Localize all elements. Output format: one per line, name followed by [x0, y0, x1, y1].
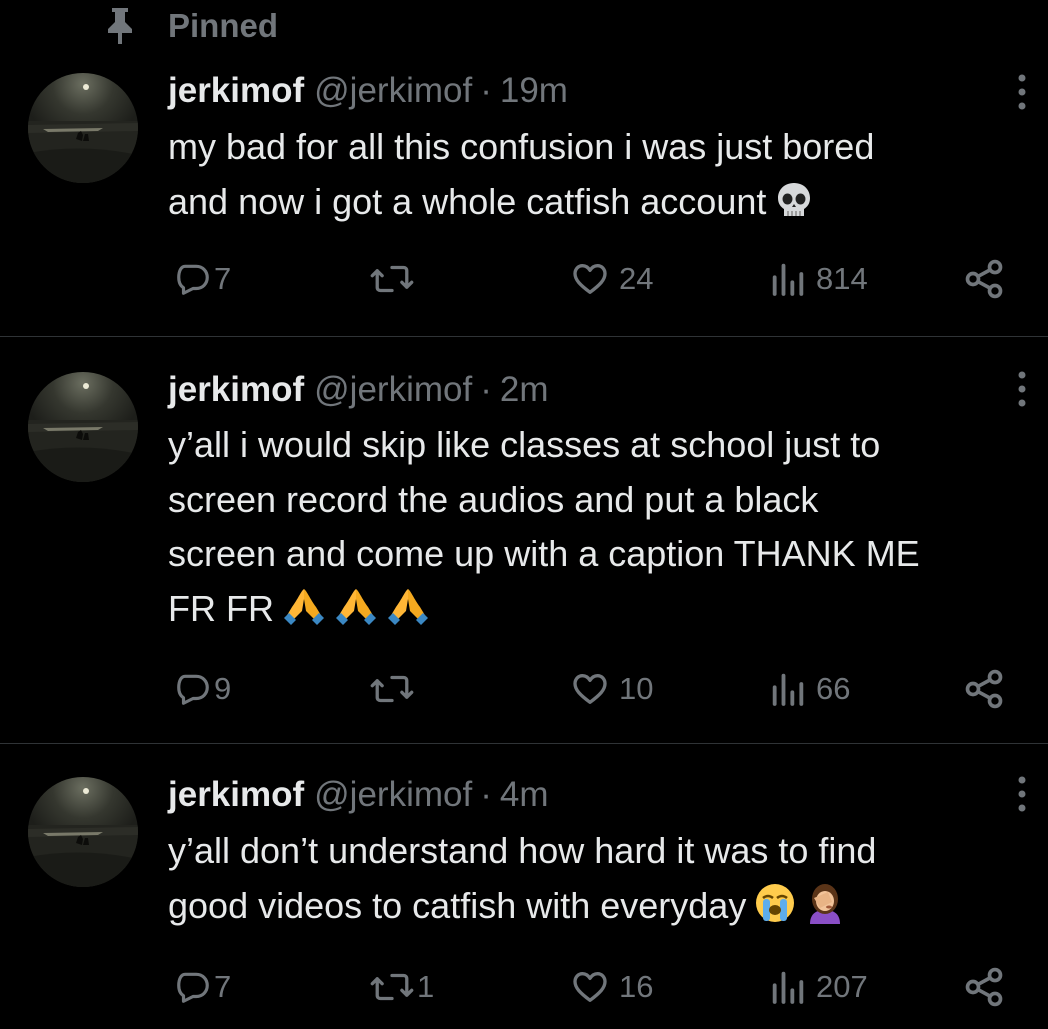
tweet-header: jerkimof @jerkimof · 4m [168, 772, 548, 818]
display-name[interactable]: jerkimof [168, 71, 304, 111]
reply-button[interactable]: 7 [174, 962, 231, 1012]
more-options-icon[interactable] [1004, 772, 1040, 816]
folded-hands-emoji [386, 585, 430, 627]
views-icon [772, 971, 804, 1004]
tweet-text-container: my bad for all this confusion i was just… [168, 120, 1043, 229]
heart-icon [573, 972, 607, 1002]
reply-button[interactable]: 7 [174, 254, 231, 304]
views-button[interactable]: 207 [768, 962, 868, 1012]
handle[interactable]: @jerkimof [314, 370, 472, 410]
views-button[interactable]: 814 [768, 254, 868, 304]
timestamp[interactable]: 2m [500, 370, 549, 410]
separator-dot: · [480, 775, 492, 814]
avatar[interactable] [28, 73, 138, 183]
share-button[interactable] [962, 962, 1006, 1012]
folded-hands-emoji [334, 585, 378, 627]
tweet-text: my bad for all this confusion i was just… [168, 126, 875, 222]
tweet-actions: 7 1 16 207 [0, 962, 1048, 1012]
display-name[interactable]: jerkimof [168, 775, 304, 815]
loudly-crying-face-emoji [754, 882, 796, 924]
tweet-actions: 7 24 814 [0, 254, 1048, 304]
more-options-icon[interactable] [1004, 70, 1040, 114]
separator-dot: · [480, 370, 492, 409]
tweet[interactable]: jerkimof @jerkimof · 2m y’all i would sk… [0, 337, 1048, 743]
folded-hands-emoji [282, 585, 326, 627]
view-count: 66 [816, 671, 851, 706]
separator-dot: · [480, 71, 492, 110]
heart-icon [573, 674, 607, 704]
repost-icon [370, 675, 414, 703]
tweet[interactable]: jerkimof @jerkimof · 19m my bad for all … [0, 0, 1048, 336]
reply-icon [177, 264, 209, 295]
share-icon [965, 967, 1003, 1007]
tweet-header: jerkimof @jerkimof · 2m [168, 367, 548, 413]
repost-count: 1 [417, 969, 435, 1004]
repost-icon [370, 973, 414, 1001]
share-icon [965, 259, 1003, 299]
like-button[interactable]: 10 [569, 664, 653, 714]
repost-icon [370, 265, 414, 293]
like-button[interactable]: 16 [569, 962, 653, 1012]
reply-icon [177, 674, 209, 705]
tweet-header: jerkimof @jerkimof · 19m [168, 68, 568, 114]
like-button[interactable]: 24 [569, 254, 653, 304]
reply-count: 7 [214, 969, 232, 1004]
handle[interactable]: @jerkimof [314, 775, 472, 815]
share-button[interactable] [962, 254, 1006, 304]
reply-count: 7 [214, 261, 232, 296]
views-button[interactable]: 66 [768, 664, 850, 714]
tweet[interactable]: jerkimof @jerkimof · 4m y’all don’t unde… [0, 744, 1048, 1029]
views-icon [772, 263, 804, 296]
reply-icon [177, 972, 209, 1003]
reply-count: 9 [214, 671, 232, 706]
view-count: 207 [816, 969, 868, 1004]
tweet-text: y’all i would skip like classes at schoo… [168, 424, 920, 629]
view-count: 814 [816, 261, 868, 296]
repost-button[interactable]: 1 [369, 962, 434, 1012]
avatar[interactable] [28, 372, 138, 482]
heart-icon [573, 264, 607, 294]
handle[interactable]: @jerkimof [314, 71, 472, 111]
tweet-text-container: y’all i would skip like classes at schoo… [168, 418, 1043, 636]
like-count: 10 [619, 671, 654, 706]
avatar[interactable] [28, 777, 138, 887]
reply-button[interactable]: 9 [174, 664, 231, 714]
timestamp[interactable]: 4m [500, 775, 549, 815]
views-icon [772, 673, 804, 706]
skull-emoji [774, 180, 814, 220]
tweet-text-container: y’all don’t understand how hard it was t… [168, 824, 1043, 933]
timestamp[interactable]: 19m [500, 71, 568, 111]
repost-button[interactable] [369, 254, 417, 304]
repost-button[interactable] [369, 664, 417, 714]
display-name[interactable]: jerkimof [168, 370, 304, 410]
more-options-icon[interactable] [1004, 367, 1040, 411]
woman-facepalming-emoji [804, 882, 846, 924]
share-icon [965, 669, 1003, 709]
like-count: 16 [619, 969, 654, 1004]
share-button[interactable] [962, 664, 1006, 714]
tweet-actions: 9 10 66 [0, 664, 1048, 714]
like-count: 24 [619, 261, 654, 296]
